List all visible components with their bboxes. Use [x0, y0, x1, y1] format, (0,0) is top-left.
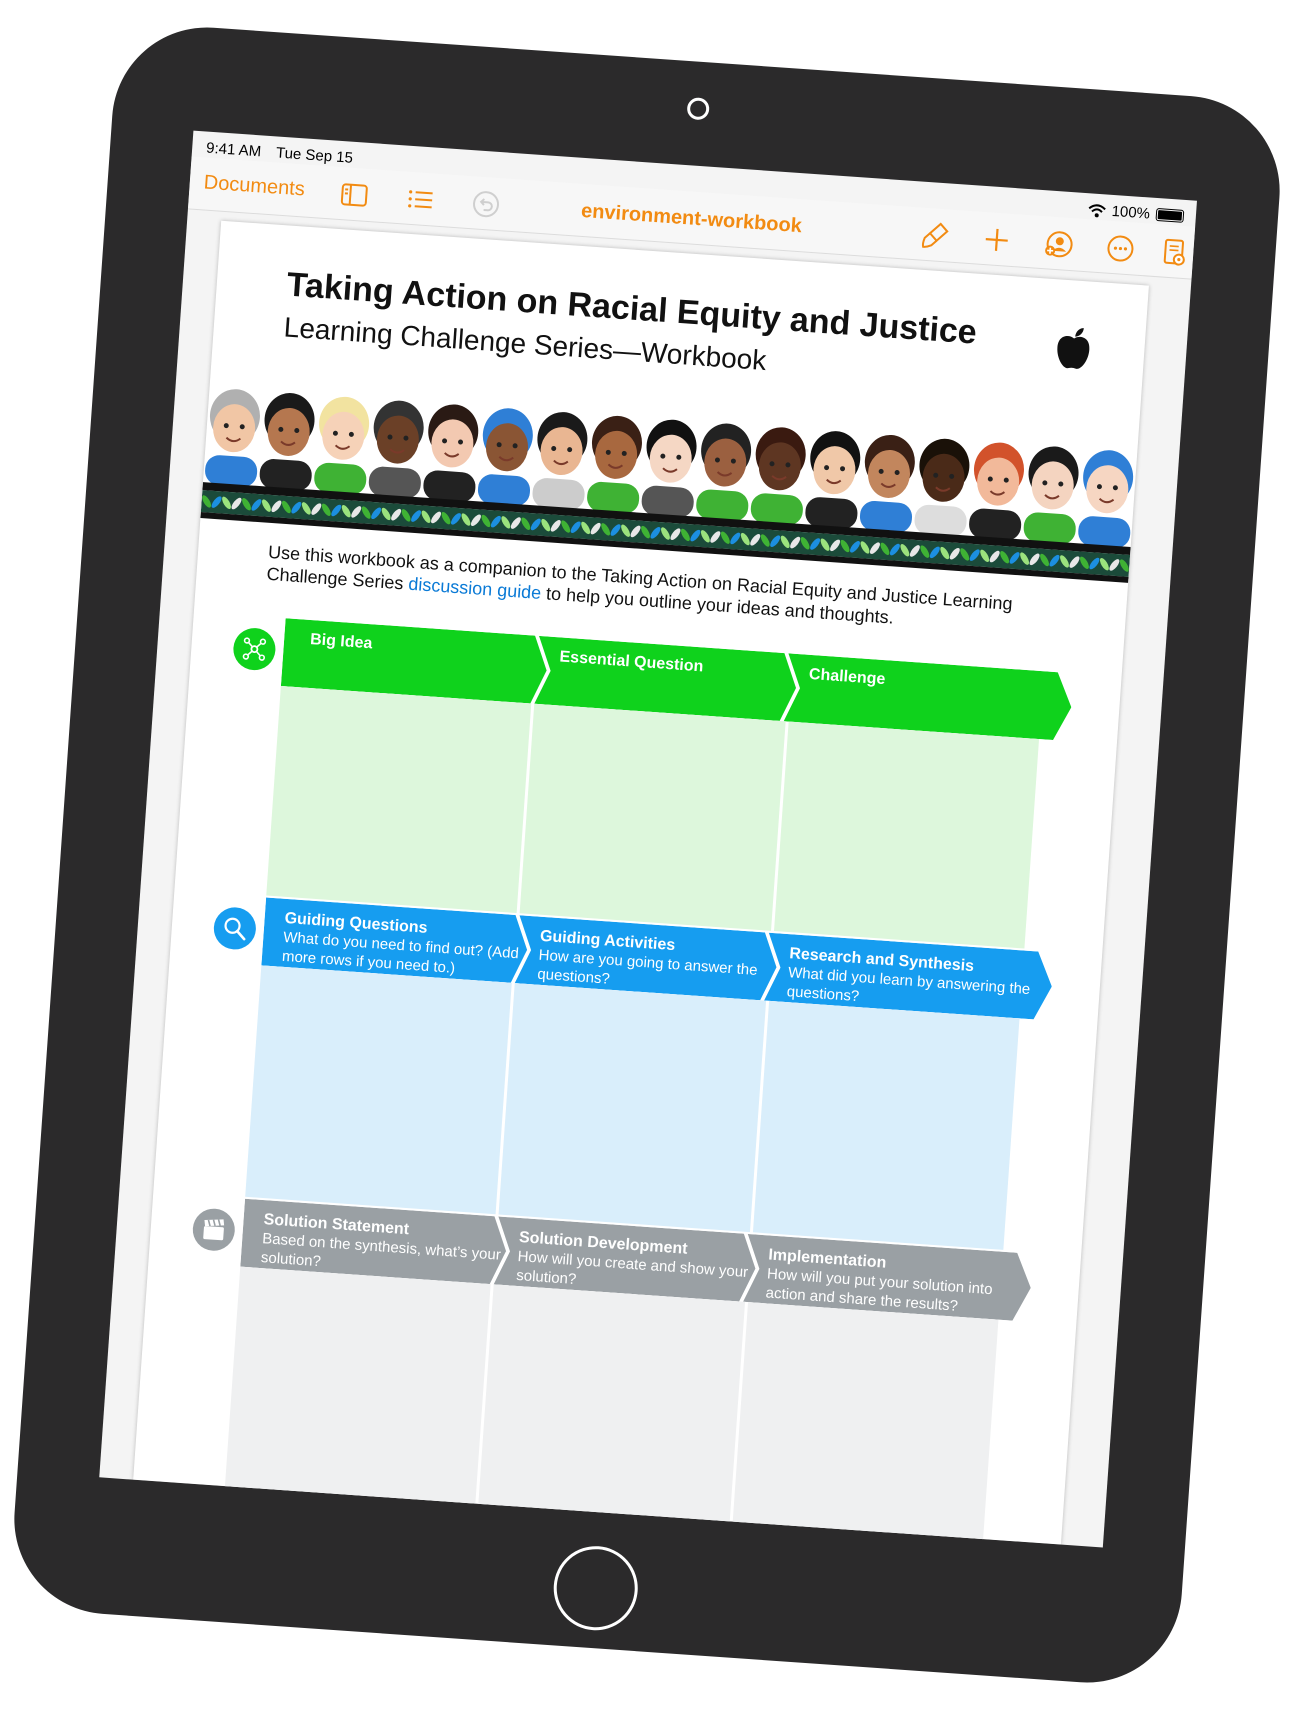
cell-implementation[interactable] [731, 1302, 999, 1548]
memoji-15 [969, 442, 1024, 541]
battery-icon [1155, 207, 1185, 223]
row-2-icon [191, 1207, 237, 1253]
screen: 9:41 AM Tue Sep 15 100% Documents enviro… [99, 130, 1197, 1548]
cell-guiding-questions[interactable] [245, 965, 513, 1215]
paintbrush-icon[interactable] [919, 220, 951, 252]
memoji-16 [1023, 446, 1079, 545]
cell-essential-question[interactable] [519, 703, 786, 931]
battery-percent: 100% [1111, 202, 1151, 223]
apple-logo [1057, 328, 1090, 369]
memoji-11 [750, 427, 806, 526]
cell-solution-development[interactable] [477, 1284, 745, 1532]
memoji-13 [859, 434, 915, 533]
memoji-5 [423, 404, 479, 503]
cell-research-synthesis[interactable] [752, 1000, 1020, 1250]
cell-challenge[interactable] [773, 721, 1040, 949]
more-icon[interactable] [1104, 233, 1136, 265]
magnifier-icon [224, 917, 246, 941]
plus-icon[interactable] [981, 224, 1013, 256]
network-icon [242, 637, 267, 661]
clapperboard-icon [203, 1219, 225, 1241]
memoji-17 [1078, 450, 1134, 548]
memoji-7 [532, 412, 588, 510]
home-button[interactable] [550, 1543, 641, 1634]
memoji-12 [805, 431, 861, 529]
cell-big-idea[interactable] [266, 686, 532, 914]
memoji-10 [696, 423, 752, 522]
collaborate-icon[interactable] [1043, 228, 1075, 260]
memoji-14 [914, 438, 970, 537]
memoji-4 [368, 400, 424, 499]
row-1-icon [212, 906, 258, 951]
reader-icon[interactable] [1158, 236, 1190, 268]
wifi-icon [1088, 203, 1106, 217]
cell-guiding-activities[interactable] [498, 983, 766, 1233]
cell-solution-statement[interactable] [224, 1266, 492, 1514]
memoji-2 [259, 393, 315, 491]
document-page: Taking Action on Racial Equity and Justi… [133, 220, 1149, 1548]
ipad-frame: 9:41 AM Tue Sep 15 100% Documents enviro… [7, 21, 1287, 1689]
camera [686, 97, 710, 121]
memoji-9 [641, 419, 697, 518]
memoji-6 [477, 408, 533, 506]
row-0-icon [231, 626, 277, 672]
memoji-1 [205, 389, 260, 487]
memoji-8 [587, 415, 642, 514]
memoji-3 [314, 396, 370, 495]
